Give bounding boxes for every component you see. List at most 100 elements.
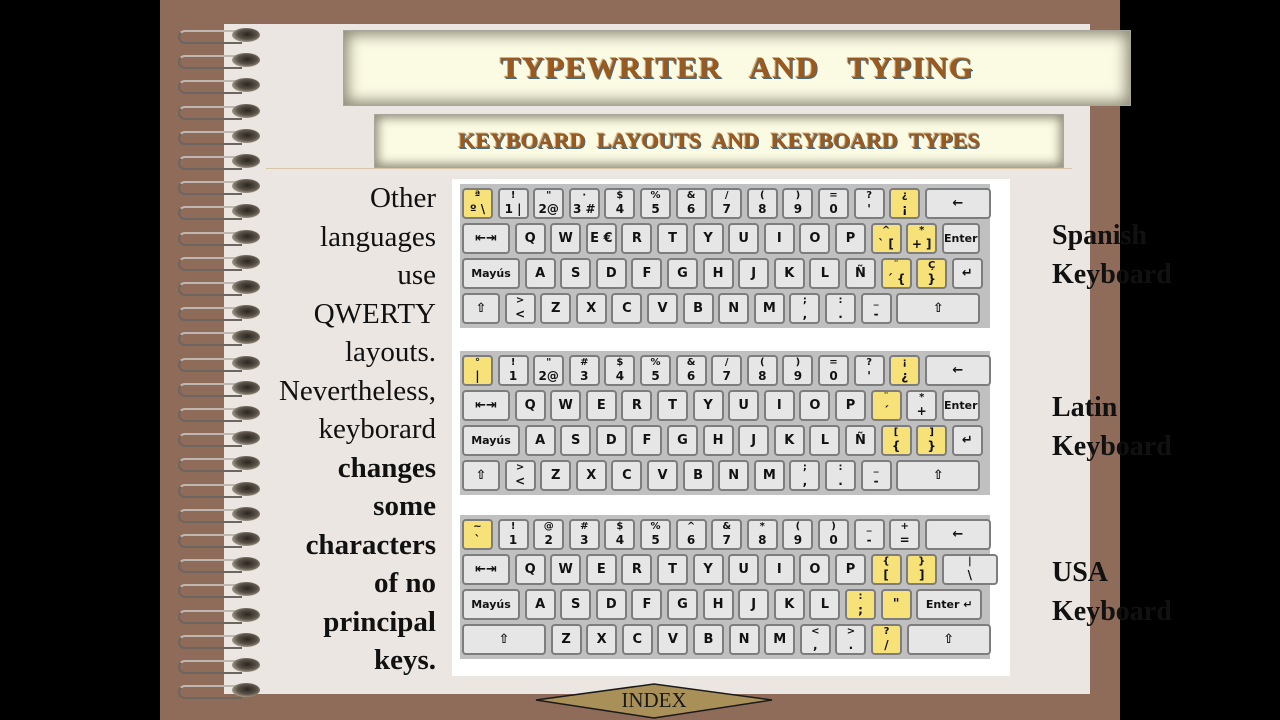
key-legend: Q — [524, 562, 536, 577]
ring-hole — [232, 330, 260, 345]
spiral-ring — [174, 406, 270, 422]
keyboard-key-highlighted: Ç} — [916, 258, 948, 289]
key-legend-base: 3 — [580, 533, 589, 547]
spiral-ring — [174, 254, 270, 271]
keyboard-key: V — [647, 293, 678, 324]
keyboard-key-highlighted: " — [880, 589, 912, 620]
keyboard-key: G — [667, 258, 698, 289]
keyboard-key: ⇤⇥ — [462, 390, 510, 421]
key-legend-shift: ° — [475, 357, 480, 368]
keyboard-key: A — [524, 589, 556, 620]
index-button[interactable]: INDEX — [534, 683, 774, 719]
key-legend-shift: % — [650, 357, 661, 368]
key-legend-base: 0 — [829, 533, 838, 547]
keyboard-key: P — [835, 554, 866, 585]
key-legend-base: 6 — [686, 533, 696, 547]
key-legend: R — [631, 562, 642, 577]
key-legend: G — [677, 433, 688, 448]
keyboard-row: Mayús A S D F G H J K L:; " Enter ↵ — [460, 587, 990, 622]
keyboard-row: ⇤⇥ Q W E € R T Y U I O P ^ ` [* + ] Enter — [460, 221, 990, 256]
keyboard-key: $4 — [604, 188, 636, 219]
key-legend: " — [892, 597, 900, 612]
keyboard-key: G — [667, 589, 698, 620]
keyboard-key: = 0 — [818, 355, 849, 386]
key-legend-shift: " — [546, 357, 552, 368]
key-legend: O — [809, 231, 821, 246]
key-legend-base: + ] — [911, 237, 932, 251]
keyboard-key: /7 — [711, 355, 743, 386]
keyboard-key: ! 1 — [497, 519, 529, 550]
key-legend-base: 3 # — [573, 202, 596, 216]
ring-hole — [232, 632, 260, 647]
body-line: Nevertheless, — [278, 374, 436, 407]
keyboard-key: R — [621, 554, 653, 585]
keyboard-key: Enter ↵ — [916, 589, 983, 620]
keyboard-key: (8 — [746, 355, 778, 386]
key-legend: Y — [703, 562, 713, 577]
key-legend-base: - — [873, 307, 879, 321]
spiral-binding — [174, 28, 270, 700]
ring-hole — [232, 53, 260, 68]
keyboard-key: K — [773, 425, 805, 456]
key-legend-shift: Ç — [928, 260, 936, 271]
key-legend-shift: ~ — [473, 521, 482, 532]
keyboard-key: P — [835, 223, 866, 254]
keyboard-key: ;, — [789, 293, 821, 324]
body-line: principal — [323, 605, 436, 638]
key-legend-base: 4 — [615, 202, 625, 216]
keyboard-key: B — [682, 293, 714, 324]
keyboard-key: C — [621, 624, 653, 655]
spiral-ring — [174, 305, 270, 322]
key-legend-shift: · — [582, 190, 587, 201]
key-legend: ⇧ — [932, 468, 944, 483]
key-legend-base: ' — [867, 202, 871, 216]
keyboard-key: ) 9 — [782, 355, 814, 386]
key-legend: J — [751, 433, 757, 448]
key-legend: ⇤⇥ — [475, 562, 497, 577]
key-legend: K — [784, 266, 795, 281]
keyboard-key: C — [611, 293, 643, 324]
key-legend: S — [571, 597, 581, 612]
key-legend-shift: % — [650, 521, 661, 532]
keyboard-key: Mayús — [462, 589, 520, 620]
keyboard-key: " 2@ — [533, 355, 565, 386]
keyboard-key: K — [773, 589, 805, 620]
slide-title: TYPEWRITER AND TYPING — [500, 50, 974, 85]
key-legend-base: 8 — [758, 533, 767, 547]
key-legend-base: 4 — [615, 369, 625, 383]
key-legend: H — [712, 266, 724, 281]
keyboard-key-highlighted: ~ ` — [462, 519, 493, 550]
key-legend-base: ´ { — [886, 272, 906, 286]
keyboard-key: W — [550, 390, 582, 421]
ring-hole — [232, 683, 260, 698]
key-legend-shift: > — [846, 626, 856, 637]
keyboard-row: ⇤⇥ Q W E R T Y U I O P{[}] | \ — [460, 552, 998, 587]
keyboard-key: N — [728, 624, 760, 655]
keyboard-key: V — [657, 624, 689, 655]
key-legend-base: , — [802, 474, 808, 488]
body-line: keyborard — [318, 413, 436, 445]
key-legend: U — [738, 398, 749, 413]
key-legend: Mayús — [471, 267, 511, 280]
key-legend: ⇧ — [498, 632, 510, 647]
key-legend-base: ` [ — [878, 237, 894, 251]
key-legend-base: 8 — [758, 369, 767, 383]
keyboard-key-highlighted: {[ — [870, 554, 902, 585]
key-legend: ⇤⇥ — [475, 231, 497, 246]
keyboard-key: % 5 — [640, 519, 671, 550]
key-legend: N — [738, 632, 750, 647]
key-legend-shift: ) — [831, 521, 836, 532]
key-legend-shift: ? — [883, 626, 890, 637]
keyboard-key-highlighted: ¨ ´ { — [880, 258, 912, 289]
key-legend-shift: ¨ — [883, 392, 889, 403]
keyboard-key: /7 — [711, 188, 743, 219]
key-legend-shift: ª — [474, 190, 481, 201]
ring-hole — [232, 179, 260, 194]
key-legend-base: 2@ — [538, 369, 559, 383]
keyboard-key: W — [550, 554, 582, 585]
keyboard-key: B — [693, 624, 724, 655]
keyboard-key: & 6 — [675, 188, 707, 219]
key-legend-shift: > — [515, 462, 525, 473]
keyboard-key: | \ — [941, 554, 998, 585]
keyboard-label-usa: USA Keyboard — [1052, 553, 1172, 631]
